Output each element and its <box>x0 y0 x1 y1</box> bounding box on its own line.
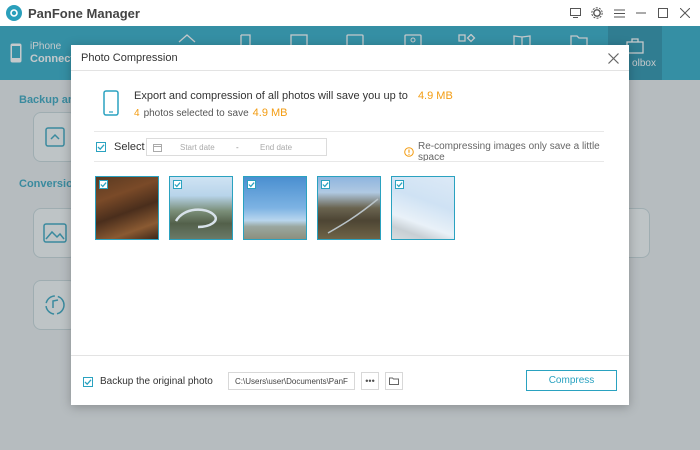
window-controls <box>566 4 694 22</box>
close-icon[interactable] <box>676 4 694 22</box>
dialog-title: Photo Compression <box>81 52 178 64</box>
backup-path-input[interactable] <box>228 372 355 390</box>
minimize-icon[interactable] <box>632 4 650 22</box>
folder-icon <box>389 377 399 385</box>
selected-count: 4 <box>134 108 140 119</box>
photo-thumbnail[interactable] <box>169 176 233 240</box>
photo-checkbox[interactable] <box>321 180 330 189</box>
open-folder-button[interactable] <box>385 372 403 390</box>
title-bar: PanFone Manager <box>0 0 700 26</box>
photo-checkbox[interactable] <box>173 180 182 189</box>
date-separator: - <box>236 142 239 152</box>
app-title: PanFone Manager <box>28 5 140 21</box>
browse-more-button[interactable]: ••• <box>361 372 379 390</box>
backup-option: Backup the original photo <box>83 376 213 387</box>
savings-summary: Export and compression of all photos wil… <box>134 90 453 102</box>
selected-summary: 4 photos selected to save 4.9 MB <box>134 107 288 119</box>
photo-thumbnail[interactable] <box>243 176 307 240</box>
app-logo <box>6 5 22 21</box>
backup-checkbox[interactable] <box>83 376 93 387</box>
selected-amount: 4.9 MB <box>252 107 288 119</box>
dialog-close-icon[interactable] <box>605 50 621 66</box>
savings-text: Export and compression of all photos wil… <box>134 90 408 102</box>
recompress-note: Re-compressing images only save a little… <box>404 141 629 163</box>
dialog-header: Photo Compression <box>71 45 629 71</box>
photo-checkbox[interactable] <box>99 180 108 189</box>
phone-icon <box>103 90 119 116</box>
photo-thumbnail[interactable] <box>317 176 381 240</box>
divider <box>94 131 604 132</box>
date-range-picker[interactable]: Start date - End date <box>146 138 327 156</box>
menu-icon[interactable] <box>610 4 628 22</box>
footer-divider <box>71 355 629 356</box>
divider <box>94 161 604 162</box>
photo-compression-dialog: Photo Compression Export and compression… <box>71 45 629 405</box>
start-date-field[interactable]: Start date <box>180 143 232 152</box>
photo-thumbnail[interactable] <box>95 176 159 240</box>
selected-text: photos selected to save <box>143 108 249 119</box>
select-label: Select <box>114 141 145 153</box>
maximize-icon[interactable] <box>654 4 672 22</box>
recompress-text: Re-compressing images only save a little… <box>417 141 600 163</box>
compress-button[interactable]: Compress <box>526 370 617 391</box>
warning-icon <box>404 147 414 157</box>
calendar-icon <box>153 143 162 152</box>
end-date-field[interactable]: End date <box>260 143 310 152</box>
backup-label: Backup the original photo <box>100 376 213 387</box>
screen-icon[interactable] <box>566 4 584 22</box>
select-all-checkbox[interactable] <box>96 142 106 152</box>
photo-checkbox[interactable] <box>247 180 256 189</box>
select-all: Select <box>96 141 145 153</box>
photo-thumbnail[interactable] <box>391 176 455 240</box>
savings-amount: 4.9 MB <box>417 90 453 102</box>
photo-checkbox[interactable] <box>395 180 404 189</box>
gear-icon[interactable] <box>588 4 606 22</box>
